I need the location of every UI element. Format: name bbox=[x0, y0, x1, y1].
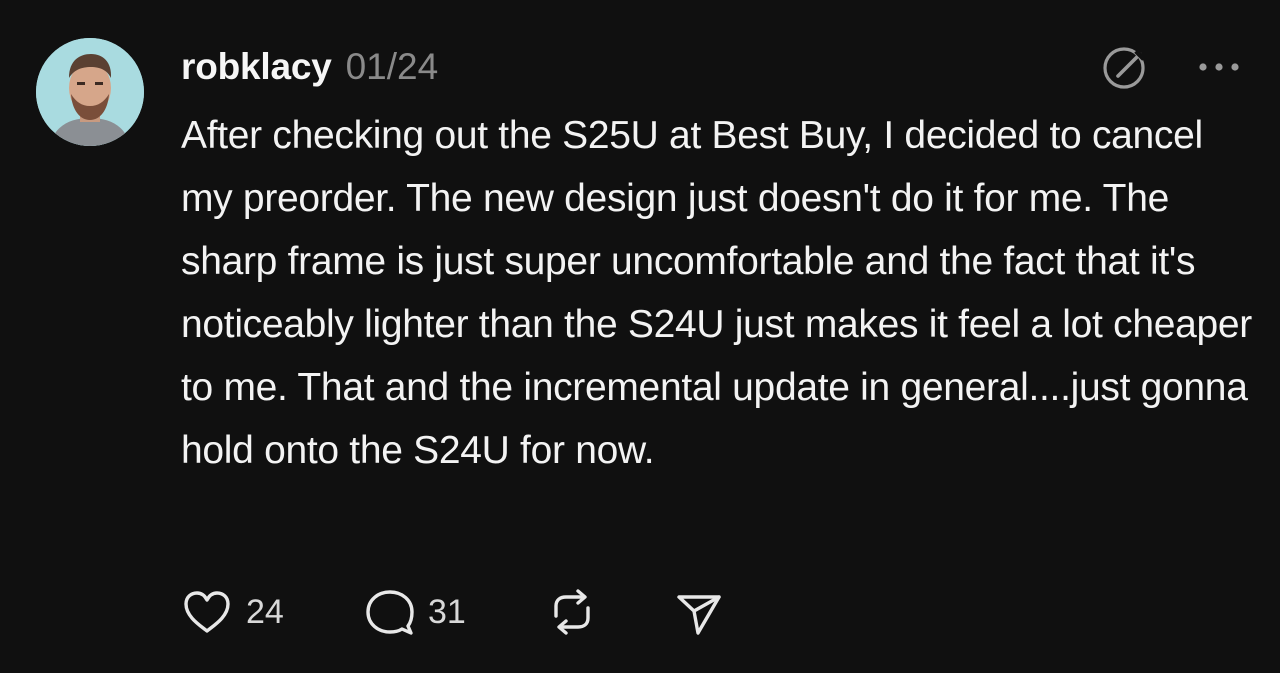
like-count: 24 bbox=[246, 592, 284, 631]
share-icon bbox=[677, 595, 721, 635]
reply-button[interactable]: 31 bbox=[364, 586, 476, 638]
more-icon[interactable] bbox=[1196, 60, 1242, 74]
post-date: 01/24 bbox=[345, 46, 439, 87]
avatar[interactable] bbox=[36, 38, 144, 146]
comment-icon bbox=[366, 590, 414, 635]
post-header: robklacy 01/24 bbox=[181, 40, 438, 94]
edit-circle-icon[interactable] bbox=[1100, 42, 1150, 92]
header-actions bbox=[1100, 40, 1242, 94]
like-button[interactable]: 24 bbox=[180, 587, 292, 637]
repost-icon bbox=[554, 589, 590, 635]
reply-count: 31 bbox=[428, 592, 466, 631]
repost-button[interactable] bbox=[546, 586, 598, 638]
post-actions: 24 31 bbox=[180, 585, 724, 639]
post-card: robklacy 01/24 After checking out the S2… bbox=[0, 0, 1280, 673]
username[interactable]: robklacy bbox=[181, 46, 332, 88]
heart-icon bbox=[184, 591, 230, 633]
avatar-image bbox=[36, 38, 144, 146]
post-body: After checking out the S25U at Best Buy,… bbox=[181, 114, 1252, 472]
share-button[interactable] bbox=[674, 587, 724, 637]
